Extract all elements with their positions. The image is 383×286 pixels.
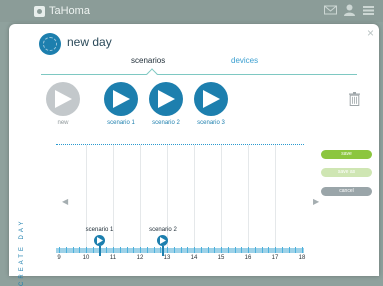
scenario-1-button[interactable]: scenario 1 <box>104 82 138 132</box>
timeline-tick <box>248 247 249 253</box>
scenario-label: scenario 3 <box>197 120 225 126</box>
timeline-tick <box>126 247 128 253</box>
timeline-tick <box>200 247 202 253</box>
timeline-gridline <box>194 145 195 247</box>
timeline-tick <box>72 247 74 253</box>
scenario-2-circle <box>149 82 183 116</box>
day-timeline[interactable]: 9 10 11 12 13 14 15 16 17 18 scenario 1 scenario 2 <box>56 144 306 261</box>
tahoma-logo[interactable]: TaHoma <box>34 4 90 18</box>
timeline-tick <box>207 247 209 253</box>
save-as-button[interactable]: save as <box>321 168 372 177</box>
timeline-tick <box>65 247 67 253</box>
new-day-dialog: × new day scenarios devices new scenario… <box>9 24 379 286</box>
dialog-title: new day <box>67 35 112 49</box>
menu-icon[interactable] <box>362 4 375 16</box>
mail-icon[interactable] <box>324 4 337 16</box>
cancel-button[interactable]: cancel <box>321 187 372 196</box>
scenario-new-circle <box>46 82 80 116</box>
timeline-tick <box>268 247 270 253</box>
timeline-top-border <box>56 144 304 145</box>
close-icon[interactable]: × <box>367 27 374 39</box>
scenario-new-button[interactable]: new <box>46 82 80 132</box>
tahoma-logo-icon <box>34 5 45 17</box>
play-icon <box>203 90 220 108</box>
play-icon <box>158 90 175 108</box>
timeline-gridline <box>275 145 276 247</box>
timeline-tick <box>214 247 216 253</box>
chevron-left-icon[interactable]: ◀ <box>62 197 68 206</box>
timeline-tick <box>221 247 222 253</box>
timeline-hour-label: 14 <box>190 255 198 261</box>
timeline-gridline <box>248 145 249 247</box>
scenario-2-button[interactable]: scenario 2 <box>149 82 183 132</box>
timeline-tick <box>275 247 276 253</box>
timeline-tick <box>187 247 189 253</box>
timeline-tick <box>59 247 60 253</box>
timeline-tick <box>234 247 236 253</box>
timeline-hour-label: 15 <box>217 255 225 261</box>
scenario-3-button[interactable]: scenario 3 <box>194 82 228 132</box>
marker-label: scenario 2 <box>149 227 177 233</box>
timeline-tick <box>254 247 256 253</box>
timeline-hour-label: 17 <box>271 255 279 261</box>
timeline-hour-label: 18 <box>298 255 306 261</box>
marker-stem <box>98 246 101 256</box>
tab-devices[interactable]: devices <box>231 56 258 65</box>
play-icon <box>94 235 105 246</box>
play-icon <box>157 235 169 246</box>
timeline-tick <box>194 247 195 253</box>
scenario-label: new <box>57 120 69 126</box>
tab-bar: scenarios devices <box>41 51 357 80</box>
chevron-right-icon[interactable]: ▶ <box>313 197 319 206</box>
timeline-tick <box>295 247 297 253</box>
timeline-tick <box>227 247 229 253</box>
timeline-hour-label: 16 <box>244 255 252 261</box>
save-button[interactable]: save <box>321 150 372 159</box>
timeline-tick <box>281 247 283 253</box>
scenario-3-circle <box>194 82 228 116</box>
timeline-scenario-marker[interactable]: scenario 1 <box>78 227 122 256</box>
app-header: TaHoma <box>0 0 383 22</box>
marker-stem <box>161 246 164 256</box>
timeline-tick <box>133 247 135 253</box>
timeline-scenario-marker[interactable]: scenario 2 <box>141 227 185 256</box>
timeline-tick <box>261 247 263 253</box>
timeline-tick <box>241 247 243 253</box>
play-icon <box>113 90 130 108</box>
tab-divider <box>41 74 357 75</box>
play-icon <box>55 90 72 108</box>
user-icon[interactable] <box>343 4 356 16</box>
active-tab-pointer <box>146 68 158 80</box>
app-name: TaHoma <box>49 5 90 17</box>
marker-label: scenario 1 <box>85 227 114 233</box>
timeline-hour-label: 9 <box>57 255 61 261</box>
scenario-1-circle <box>104 82 138 116</box>
header-icons <box>324 4 375 16</box>
timeline-gridline <box>221 145 222 247</box>
timeline-tick <box>288 247 290 253</box>
tab-scenarios[interactable]: scenarios <box>131 56 165 65</box>
trash-icon[interactable] <box>349 92 360 106</box>
timeline-tick <box>302 247 303 253</box>
